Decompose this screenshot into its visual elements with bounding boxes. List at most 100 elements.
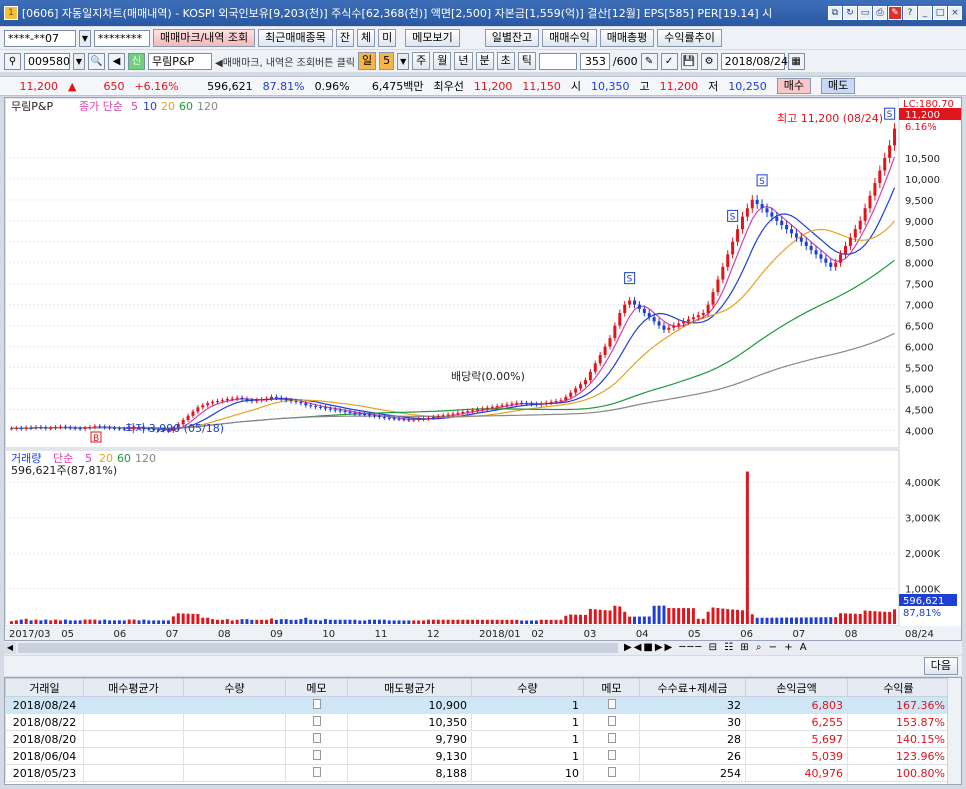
stock-code-input[interactable]: 009580 <box>24 52 70 70</box>
scroll-left-icon[interactable]: ◀ <box>4 642 16 654</box>
cell-date: 2018/08/22 <box>5 713 84 731</box>
col-buy-avg[interactable]: 매수평균가 <box>83 678 184 697</box>
memo-icon[interactable] <box>312 749 321 760</box>
settings-icon[interactable]: ✎ <box>888 6 902 20</box>
period-value[interactable]: 5 <box>379 52 395 70</box>
period-tick-button[interactable]: 틱 <box>517 52 536 70</box>
col-buy-memo[interactable]: 메모 <box>285 678 348 697</box>
save-icon[interactable]: 💾 <box>680 52 698 70</box>
cell-buy-memo[interactable] <box>285 747 348 765</box>
trade-summary-button[interactable]: 매매총평 <box>599 29 655 47</box>
minimize-icon[interactable]: _ <box>918 6 932 20</box>
candle-body <box>505 404 509 406</box>
link-icon[interactable]: ⧉ <box>828 6 842 20</box>
refresh-icon[interactable]: ↻ <box>843 6 857 20</box>
cell-sell-memo[interactable] <box>583 764 640 782</box>
tick-input[interactable] <box>538 52 577 70</box>
table-row[interactable]: 2018/08/24 10,900 1 32 6,803 167.36% <box>5 696 950 714</box>
trade-profit-button[interactable]: 매매수익 <box>542 29 597 47</box>
table-row[interactable]: 2018/05/23 8,188 10 254 40,976 100.80% <box>5 764 950 782</box>
col-buy-qty[interactable]: 수량 <box>183 678 286 697</box>
cell-buy-memo[interactable] <box>285 713 348 731</box>
account-input[interactable]: ****-**07 <box>4 29 76 47</box>
memo-view-button[interactable]: 메모보기 <box>405 29 460 47</box>
memo-icon[interactable] <box>607 749 616 760</box>
help-icon[interactable]: ? <box>903 6 917 20</box>
recent-trades-button[interactable]: 최근매매종목 <box>258 29 333 47</box>
unfilled-button[interactable]: 미 <box>378 29 397 47</box>
period-dropdown-icon[interactable]: ▼ <box>397 52 410 70</box>
candle-body <box>863 208 867 221</box>
volume-bar <box>274 619 278 624</box>
volume-bar <box>848 613 852 624</box>
price-volume-chart[interactable]: 10,500 10,000 9,500 9,000 8,500 8,000 7,500 7,0… <box>5 98 963 641</box>
cell-sell-memo[interactable] <box>583 713 640 731</box>
password-input[interactable]: ******** <box>94 29 150 47</box>
col-sell-memo[interactable]: 메모 <box>583 678 640 697</box>
col-pnl[interactable]: 손익금액 <box>745 678 848 697</box>
trade-mark-query-button[interactable]: 매매마크/내역 조회 <box>153 29 256 47</box>
buy-button[interactable]: 매수 <box>776 78 812 94</box>
next-button[interactable]: 다음 <box>923 657 958 675</box>
period-year-button[interactable]: 년 <box>454 52 473 70</box>
table-row[interactable]: 2018/08/22 10,350 1 30 6,255 153.87% <box>5 713 950 731</box>
return-trend-button[interactable]: 수익률추이 <box>657 29 722 47</box>
period-week-button[interactable]: 주 <box>412 52 431 70</box>
volume-bar <box>696 618 700 624</box>
table-row[interactable]: 2018/08/20 9,790 1 28 5,697 140.15% <box>5 730 950 748</box>
memo-icon[interactable] <box>312 715 321 726</box>
chart-scrollbar[interactable]: ◀ ▶◀■▶▶ ─── ⊟ ☷ ⊞ ⌕ − + A <box>4 640 962 655</box>
close-icon[interactable]: × <box>948 6 962 20</box>
chart-tool-icon[interactable]: ✎ <box>640 52 658 70</box>
x-tick-label: 2017/03 <box>9 629 51 640</box>
candle-body <box>422 418 426 420</box>
stock-search-icon[interactable]: ⚲ <box>4 52 21 70</box>
cell-buy-memo[interactable] <box>285 696 348 714</box>
chart-nav-icons[interactable]: ▶◀■▶▶ ─── ⊟ ☷ ⊞ ⌕ − + A <box>624 642 809 653</box>
count-input[interactable]: 353 <box>579 52 610 70</box>
best-ask: 11,200 <box>473 79 513 93</box>
period-day-button[interactable]: 일 <box>358 52 377 70</box>
date-input[interactable]: 2018/08/24 <box>720 52 788 70</box>
period-second-button[interactable]: 초 <box>496 52 515 70</box>
print-icon[interactable]: ⎙ <box>873 6 887 20</box>
maximize-icon[interactable]: □ <box>933 6 947 20</box>
col-sell-avg[interactable]: 매도평균가 <box>347 678 472 697</box>
sell-button[interactable]: 매도 <box>821 78 856 94</box>
memo-icon[interactable] <box>312 732 321 743</box>
col-return[interactable]: 수익률 <box>847 678 950 697</box>
cell-sell-memo[interactable] <box>583 747 640 765</box>
gear-icon[interactable]: ⚙ <box>700 52 718 70</box>
scroll-thumb[interactable] <box>18 643 618 653</box>
candle-body <box>417 419 421 421</box>
memo-icon[interactable] <box>312 698 321 709</box>
chart-area[interactable]: 10,500 10,000 9,500 9,000 8,500 8,000 7,500 7,0… <box>4 97 962 652</box>
table-scrollbar[interactable] <box>947 678 961 784</box>
screen-icon[interactable]: ▭ <box>858 6 872 20</box>
cell-sell-memo[interactable] <box>583 696 640 714</box>
executed-button[interactable]: 체 <box>357 29 376 47</box>
memo-icon[interactable] <box>312 766 321 777</box>
cell-sell-memo[interactable] <box>583 730 640 748</box>
memo-icon[interactable] <box>607 715 616 726</box>
balance-button[interactable]: 잔 <box>335 29 355 47</box>
search-icon[interactable]: 🔍 <box>88 52 105 70</box>
period-month-button[interactable]: 월 <box>433 52 452 70</box>
table-row[interactable]: 2018/06/04 9,130 1 26 5,039 123.96% <box>5 747 950 765</box>
daily-balance-button[interactable]: 일별잔고 <box>484 29 540 47</box>
account-dropdown-icon[interactable]: ▼ <box>79 29 91 47</box>
speaker-icon[interactable]: ◀ <box>108 52 125 70</box>
code-dropdown-icon[interactable]: ▼ <box>73 52 85 70</box>
memo-icon[interactable] <box>607 732 616 743</box>
col-date[interactable]: 거래일 <box>5 678 84 697</box>
candle-body <box>839 254 843 263</box>
col-sell-qty[interactable]: 수량 <box>471 678 584 697</box>
memo-icon[interactable] <box>607 766 616 777</box>
col-fee[interactable]: 수수료+제세금 <box>639 678 746 697</box>
memo-icon[interactable] <box>607 698 616 709</box>
cell-buy-memo[interactable] <box>285 730 348 748</box>
period-minute-button[interactable]: 분 <box>475 52 494 70</box>
calendar-icon[interactable]: ▦ <box>787 52 805 70</box>
indicator-icon[interactable]: ✓ <box>660 52 678 70</box>
cell-buy-memo[interactable] <box>285 764 348 782</box>
